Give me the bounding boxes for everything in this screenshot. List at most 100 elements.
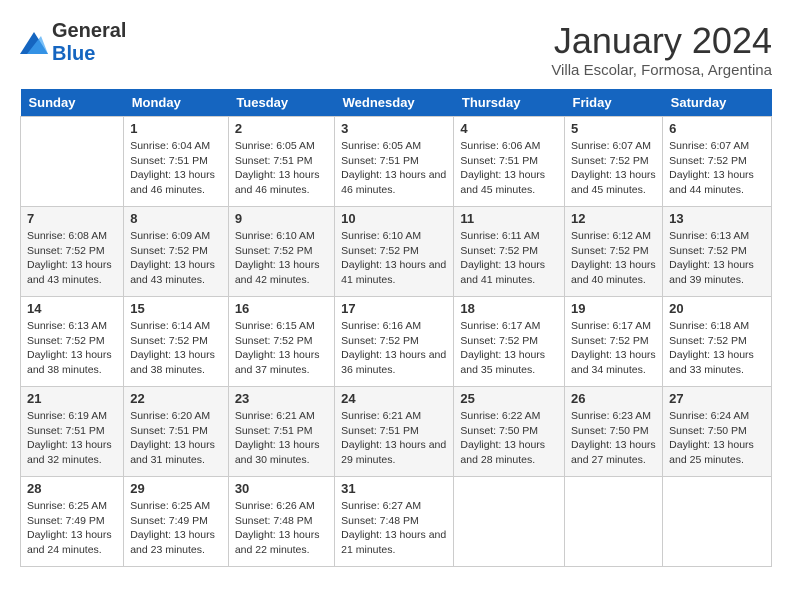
day-info: Sunrise: 6:18 AMSunset: 7:52 PMDaylight:… (669, 319, 765, 378)
logo: General Blue (20, 20, 126, 66)
calendar-cell: 1Sunrise: 6:04 AMSunset: 7:51 PMDaylight… (124, 117, 229, 207)
logo-general: General (52, 20, 126, 42)
day-number: 20 (669, 301, 765, 316)
calendar-cell: 30 Sunrise: 6:26 AMSunset: 7:48 PMDayligh… (228, 477, 334, 567)
calendar-cell: 13Sunrise: 6:13 AMSunset: 7:52 PMDayligh… (663, 207, 772, 297)
week-row-3: 14 Sunrise: 6:13 AMSunset: 7:52 PMDayligh… (21, 297, 772, 387)
calendar-cell: 3 Sunrise: 6:05 AMSunset: 7:51 PMDaylight… (335, 117, 454, 207)
day-info: Sunrise: 6:07 AMSunset: 7:52 PMDaylight:… (571, 139, 656, 198)
day-info: Sunrise: 6:06 AMSunset: 7:51 PMDaylight:… (460, 139, 558, 198)
calendar-cell (565, 477, 663, 567)
day-header-tuesday: Tuesday (228, 89, 334, 117)
calendar-cell: 7 Sunrise: 6:08 AMSunset: 7:52 PMDaylight… (21, 207, 124, 297)
day-header-saturday: Saturday (663, 89, 772, 117)
day-number: 21 (27, 391, 117, 406)
day-info: Sunrise: 6:25 AMSunset: 7:49 PMDaylight:… (27, 499, 117, 558)
calendar-cell: 16Sunrise: 6:15 AMSunset: 7:52 PMDayligh… (228, 297, 334, 387)
calendar-cell: 15Sunrise: 6:14 AMSunset: 7:52 PMDayligh… (124, 297, 229, 387)
calendar-cell: 6 Sunrise: 6:07 AMSunset: 7:52 PMDaylight… (663, 117, 772, 207)
day-info: Sunrise: 6:26 AMSunset: 7:48 PMDaylight:… (235, 499, 328, 558)
calendar-cell: 23Sunrise: 6:21 AMSunset: 7:51 PMDayligh… (228, 387, 334, 477)
calendar-cell: 22 Sunrise: 6:20 AMSunset: 7:51 PMDayligh… (124, 387, 229, 477)
calendar-cell: 19Sunrise: 6:17 AMSunset: 7:52 PMDayligh… (565, 297, 663, 387)
day-number: 31 (341, 481, 447, 496)
day-number: 22 (130, 391, 222, 406)
day-header-wednesday: Wednesday (335, 89, 454, 117)
day-info: Sunrise: 6:08 AMSunset: 7:52 PMDaylight:… (27, 229, 117, 288)
day-info: Sunrise: 6:14 AMSunset: 7:52 PMDaylight:… (130, 319, 222, 378)
calendar-cell: 26 Sunrise: 6:23 AMSunset: 7:50 PMDayligh… (565, 387, 663, 477)
day-info: Sunrise: 6:16 AMSunset: 7:52 PMDaylight:… (341, 319, 447, 378)
day-header-monday: Monday (124, 89, 229, 117)
day-info: Sunrise: 6:20 AMSunset: 7:51 PMDaylight:… (130, 409, 222, 468)
logo-text: General Blue (52, 20, 126, 66)
day-number: 2 (235, 121, 328, 136)
calendar-cell: 28 Sunrise: 6:25 AMSunset: 7:49 PMDayligh… (21, 477, 124, 567)
logo-blue: Blue (52, 43, 95, 65)
week-row-1: 1Sunrise: 6:04 AMSunset: 7:51 PMDaylight… (21, 117, 772, 207)
day-number: 5 (571, 121, 656, 136)
day-info: Sunrise: 6:13 AMSunset: 7:52 PMDaylight:… (27, 319, 117, 378)
day-number: 13 (669, 211, 765, 226)
calendar-cell: 29 Sunrise: 6:25 AMSunset: 7:49 PMDayligh… (124, 477, 229, 567)
header-row: SundayMondayTuesdayWednesdayThursdayFrid… (21, 89, 772, 117)
calendar-cell: 17 Sunrise: 6:16 AMSunset: 7:52 PMDayligh… (335, 297, 454, 387)
day-number: 30 (235, 481, 328, 496)
day-number: 25 (460, 391, 558, 406)
day-info: Sunrise: 6:11 AMSunset: 7:52 PMDaylight:… (460, 229, 558, 288)
day-info: Sunrise: 6:05 AMSunset: 7:51 PMDaylight:… (341, 139, 447, 198)
day-number: 10 (341, 211, 447, 226)
day-number: 8 (130, 211, 222, 226)
day-info: Sunrise: 6:25 AMSunset: 7:49 PMDaylight:… (130, 499, 222, 558)
calendar-cell (454, 477, 565, 567)
calendar-cell: 25Sunrise: 6:22 AMSunset: 7:50 PMDayligh… (454, 387, 565, 477)
calendar-cell: 14 Sunrise: 6:13 AMSunset: 7:52 PMDayligh… (21, 297, 124, 387)
logo-icon (20, 32, 48, 54)
day-info: Sunrise: 6:17 AMSunset: 7:52 PMDaylight:… (571, 319, 656, 378)
day-number: 4 (460, 121, 558, 136)
calendar-cell: 21 Sunrise: 6:19 AMSunset: 7:51 PMDayligh… (21, 387, 124, 477)
day-number: 14 (27, 301, 117, 316)
week-row-5: 28 Sunrise: 6:25 AMSunset: 7:49 PMDayligh… (21, 477, 772, 567)
day-number: 17 (341, 301, 447, 316)
calendar-subtitle: Villa Escolar, Formosa, Argentina (551, 62, 772, 79)
calendar-cell: 4 Sunrise: 6:06 AMSunset: 7:51 PMDaylight… (454, 117, 565, 207)
calendar-cell: 24Sunrise: 6:21 AMSunset: 7:51 PMDayligh… (335, 387, 454, 477)
day-info: Sunrise: 6:12 AMSunset: 7:52 PMDaylight:… (571, 229, 656, 288)
day-number: 27 (669, 391, 765, 406)
calendar-cell: 12 Sunrise: 6:12 AMSunset: 7:52 PMDayligh… (565, 207, 663, 297)
day-info: Sunrise: 6:07 AMSunset: 7:52 PMDaylight:… (669, 139, 765, 198)
day-header-thursday: Thursday (454, 89, 565, 117)
calendar-cell: 9Sunrise: 6:10 AMSunset: 7:52 PMDaylight… (228, 207, 334, 297)
day-info: Sunrise: 6:21 AMSunset: 7:51 PMDaylight:… (341, 409, 447, 468)
day-info: Sunrise: 6:17 AMSunset: 7:52 PMDaylight:… (460, 319, 558, 378)
day-info: Sunrise: 6:09 AMSunset: 7:52 PMDaylight:… (130, 229, 222, 288)
day-info: Sunrise: 6:19 AMSunset: 7:51 PMDaylight:… (27, 409, 117, 468)
title-section: January 2024 Villa Escolar, Formosa, Arg… (551, 20, 772, 79)
calendar-cell: 10 Sunrise: 6:10 AMSunset: 7:52 PMDayligh… (335, 207, 454, 297)
calendar-table: SundayMondayTuesdayWednesdayThursdayFrid… (20, 89, 772, 567)
day-number: 29 (130, 481, 222, 496)
calendar-cell: 31 Sunrise: 6:27 AMSunset: 7:48 PMDayligh… (335, 477, 454, 567)
calendar-cell: 5 Sunrise: 6:07 AMSunset: 7:52 PMDaylight… (565, 117, 663, 207)
day-header-friday: Friday (565, 89, 663, 117)
day-info: Sunrise: 6:27 AMSunset: 7:48 PMDaylight:… (341, 499, 447, 558)
week-row-2: 7 Sunrise: 6:08 AMSunset: 7:52 PMDaylight… (21, 207, 772, 297)
day-number: 6 (669, 121, 765, 136)
day-info: Sunrise: 6:10 AMSunset: 7:52 PMDaylight:… (235, 229, 328, 288)
day-info: Sunrise: 6:05 AMSunset: 7:51 PMDaylight:… (235, 139, 328, 198)
day-header-sunday: Sunday (21, 89, 124, 117)
calendar-cell: 20 Sunrise: 6:18 AMSunset: 7:52 PMDayligh… (663, 297, 772, 387)
day-number: 3 (341, 121, 447, 136)
day-number: 28 (27, 481, 117, 496)
day-number: 26 (571, 391, 656, 406)
day-number: 7 (27, 211, 117, 226)
day-number: 12 (571, 211, 656, 226)
calendar-cell: 18 Sunrise: 6:17 AMSunset: 7:52 PMDayligh… (454, 297, 565, 387)
calendar-cell: 11Sunrise: 6:11 AMSunset: 7:52 PMDayligh… (454, 207, 565, 297)
day-info: Sunrise: 6:23 AMSunset: 7:50 PMDaylight:… (571, 409, 656, 468)
day-number: 18 (460, 301, 558, 316)
page-header: General Blue January 2024 Villa Escolar,… (20, 20, 772, 79)
day-info: Sunrise: 6:04 AMSunset: 7:51 PMDaylight:… (130, 139, 222, 198)
day-info: Sunrise: 6:10 AMSunset: 7:52 PMDaylight:… (341, 229, 447, 288)
